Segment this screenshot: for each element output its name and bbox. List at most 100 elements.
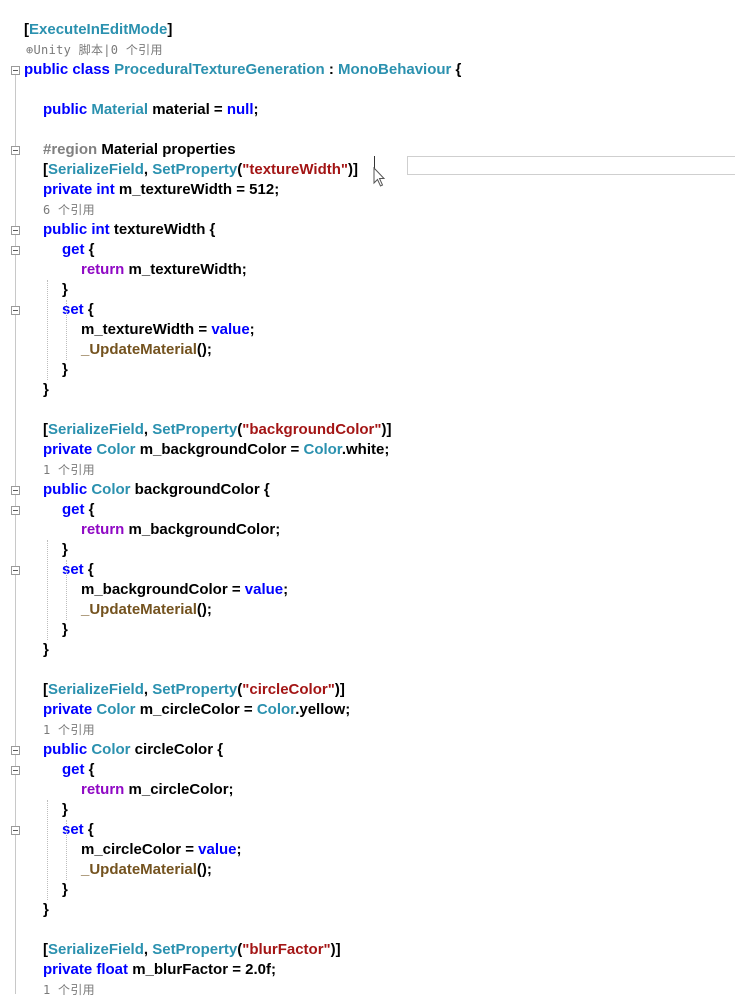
collapse-region-icon[interactable] [11,766,20,775]
codelens-reference-count[interactable]: 1 个引用 [43,460,95,480]
code-text: [SerializeField, SetProperty("background… [43,420,391,440]
code-line[interactable] [0,80,735,100]
code-line[interactable]: public int textureWidth { [0,220,735,240]
code-token: )] [330,941,341,958]
collapse-region-icon[interactable] [11,746,20,755]
code-token: , [143,421,153,438]
code-token: float [96,961,133,978]
code-token: } [62,361,68,378]
code-text: private Color m_backgroundColor = Color.… [43,440,389,460]
code-line[interactable]: m_circleColor = value; [0,840,735,860]
code-token: public [43,741,92,758]
collapse-region-icon[interactable] [11,226,20,235]
code-line[interactable]: [SerializeField, SetProperty("circleColo… [0,680,735,700]
code-token: _UpdateMaterial [81,341,197,358]
code-text: } [43,900,49,920]
code-text: } [43,380,49,400]
code-editor[interactable]: [ExecuteInEditMode] ⊕Unity 脚本|0 个引用 public… [0,0,735,998]
code-line[interactable]: return m_circleColor; [0,780,735,800]
collapse-region-icon[interactable] [11,566,20,575]
code-text: get { [62,500,95,520]
code-line[interactable]: } [0,360,735,380]
code-line[interactable] [0,120,735,140]
code-line[interactable]: set { [0,300,735,320]
code-line[interactable]: ⊕Unity 脚本|0 个引用 [0,40,735,60]
code-token: )] [334,681,345,698]
code-line[interactable]: } [0,620,735,640]
collapse-region-icon[interactable] [11,506,20,515]
code-line[interactable]: 1 个引用 [0,980,735,1000]
collapse-region-icon[interactable] [11,246,20,255]
code-line[interactable]: 1 个引用 [0,720,735,740]
code-text: private int m_textureWidth = 512; [43,180,279,200]
code-line[interactable]: } [0,280,735,300]
codelens-reference-count[interactable]: 6 个引用 [43,200,95,220]
code-line[interactable]: return m_textureWidth; [0,260,735,280]
code-line[interactable]: } [0,900,735,920]
code-line[interactable]: } [0,640,735,660]
code-line[interactable]: get { [0,240,735,260]
code-token: , [143,941,153,958]
code-line[interactable]: } [0,800,735,820]
code-token: private [43,961,97,978]
code-line[interactable]: public Material material = null; [0,100,735,120]
code-token: value [198,841,237,858]
code-token: "backgroundColor" [242,421,382,438]
code-token: Material properties [101,141,236,158]
codelens-reference-count[interactable]: 1 个引用 [43,980,95,1000]
code-text: get { [62,240,95,260]
code-line[interactable]: _UpdateMaterial(); [0,340,735,360]
code-line[interactable]: [SerializeField, SetProperty("blurFactor… [0,940,735,960]
code-line[interactable]: 1 个引用 [0,460,735,480]
code-line[interactable] [0,400,735,420]
code-line[interactable]: public Color backgroundColor { [0,480,735,500]
codelens-reference-count[interactable]: ⊕Unity 脚本|0 个引用 [26,40,163,60]
code-line[interactable]: #region Material properties [0,140,735,160]
collapse-region-icon[interactable] [11,66,20,75]
code-token: .yellow; [295,701,351,718]
code-line[interactable] [0,660,735,680]
code-line[interactable]: [ExecuteInEditMode] [0,20,735,40]
collapse-region-icon[interactable] [11,306,20,315]
code-token: m_textureWidth = 512; [118,181,280,198]
code-token: Color [256,701,296,718]
code-token: )] [381,421,392,438]
code-token: SerializeField [48,161,144,178]
code-line[interactable]: 6 个引用 [0,200,735,220]
code-text: private Color m_circleColor = Color.yell… [43,700,350,720]
code-line[interactable]: get { [0,760,735,780]
collapse-region-icon[interactable] [11,486,20,495]
code-line[interactable]: private int m_textureWidth = 512; [0,180,735,200]
code-line[interactable]: } [0,540,735,560]
code-line[interactable] [0,920,735,940]
code-line[interactable]: } [0,380,735,400]
code-line[interactable]: set { [0,820,735,840]
code-token: (); [196,601,212,618]
code-line[interactable]: public class ProceduralTextureGeneration… [0,60,735,80]
code-token: , [143,161,153,178]
code-line[interactable]: private Color m_backgroundColor = Color.… [0,440,735,460]
collapse-region-icon[interactable] [11,826,20,835]
code-line[interactable]: get { [0,500,735,520]
code-token: ExecuteInEditMode [29,21,168,38]
code-text: } [43,640,49,660]
code-text: public Color backgroundColor { [43,480,270,500]
codelens-reference-count[interactable]: 1 个引用 [43,720,95,740]
code-token: m_textureWidth = [81,321,212,338]
code-text: public Material material = null; [43,100,259,120]
code-line[interactable]: _UpdateMaterial(); [0,600,735,620]
code-line[interactable]: _UpdateMaterial(); [0,860,735,880]
code-line[interactable]: return m_backgroundColor; [0,520,735,540]
code-text: public int textureWidth { [43,220,215,240]
code-line[interactable]: private Color m_circleColor = Color.yell… [0,700,735,720]
code-line[interactable]: m_backgroundColor = value; [0,580,735,600]
code-line[interactable]: [SerializeField, SetProperty("background… [0,420,735,440]
code-line[interactable]: } [0,880,735,900]
code-line[interactable]: public Color circleColor { [0,740,735,760]
collapse-region-icon[interactable] [11,146,20,155]
code-line[interactable]: [SerializeField, SetProperty("textureWid… [0,160,735,180]
code-line[interactable]: m_textureWidth = value; [0,320,735,340]
code-token: return [81,521,129,538]
code-line[interactable]: private float m_blurFactor = 2.0f; [0,960,735,980]
code-line[interactable]: set { [0,560,735,580]
